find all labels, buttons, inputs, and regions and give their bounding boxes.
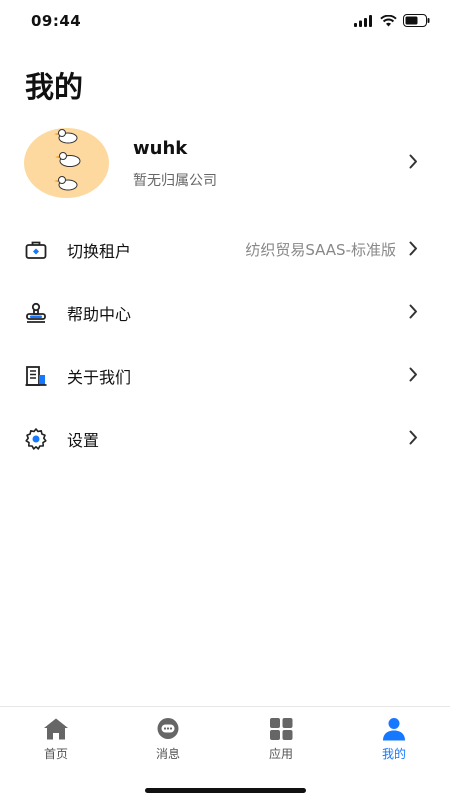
chevron-right-icon [409, 154, 417, 169]
wifi-icon [380, 14, 397, 26]
profile-company: 暂无归属公司 [133, 173, 217, 189]
home-indicator [145, 788, 306, 793]
help-stamp-icon [26, 302, 46, 323]
page-title: 我的 [25, 70, 84, 104]
duck-illustration [54, 129, 81, 191]
person-icon [383, 718, 405, 741]
battery-icon [403, 14, 430, 27]
menu-item-help-center[interactable]: 帮助中心 [0, 281, 450, 344]
profile-name: wuhk [133, 138, 188, 159]
tab-home[interactable]: 首页 [0, 717, 112, 762]
tab-apps[interactable]: 应用 [225, 717, 337, 762]
bottom-tab-bar: 首页 消息 应用 我的 [0, 706, 450, 800]
apps-grid-icon [270, 718, 293, 740]
home-icon [44, 718, 68, 740]
menu-list: 切换租户 纺织贸易SAAS-标准版 帮助中心 关于我们 设置 [0, 218, 450, 470]
building-icon [25, 366, 47, 386]
status-icons [354, 14, 430, 27]
tab-mine[interactable]: 我的 [338, 717, 450, 762]
tab-label: 首页 [43, 747, 68, 761]
tenant-switch-icon [25, 241, 47, 259]
menu-item-value: 纺织贸易SAAS-标准版 [245, 241, 396, 259]
signal-icon [354, 14, 372, 27]
status-bar: 09:44 [0, 0, 450, 44]
tab-label: 应用 [268, 747, 293, 761]
menu-item-label: 设置 [67, 431, 100, 450]
tab-messages[interactable]: 消息 [112, 717, 224, 762]
message-icon [157, 718, 179, 739]
avatar[interactable] [24, 128, 109, 198]
menu-item-label: 关于我们 [67, 368, 132, 387]
menu-item-settings[interactable]: 设置 [0, 407, 450, 470]
menu-item-about-us[interactable]: 关于我们 [0, 344, 450, 407]
tab-label: 我的 [381, 747, 406, 761]
menu-item-label: 切换租户 [67, 242, 132, 261]
menu-item-switch-tenant[interactable]: 切换租户 纺织贸易SAAS-标准版 [0, 218, 450, 281]
profile-row[interactable]: wuhk 暂无归属公司 [0, 124, 450, 202]
chevron-right-icon [409, 367, 417, 382]
chevron-right-icon [409, 304, 417, 319]
gear-icon [25, 428, 47, 450]
menu-item-label: 帮助中心 [67, 305, 132, 324]
chevron-right-icon [409, 430, 417, 445]
chevron-right-icon [409, 241, 417, 256]
status-time: 09:44 [31, 12, 82, 30]
tab-label: 消息 [155, 747, 180, 761]
